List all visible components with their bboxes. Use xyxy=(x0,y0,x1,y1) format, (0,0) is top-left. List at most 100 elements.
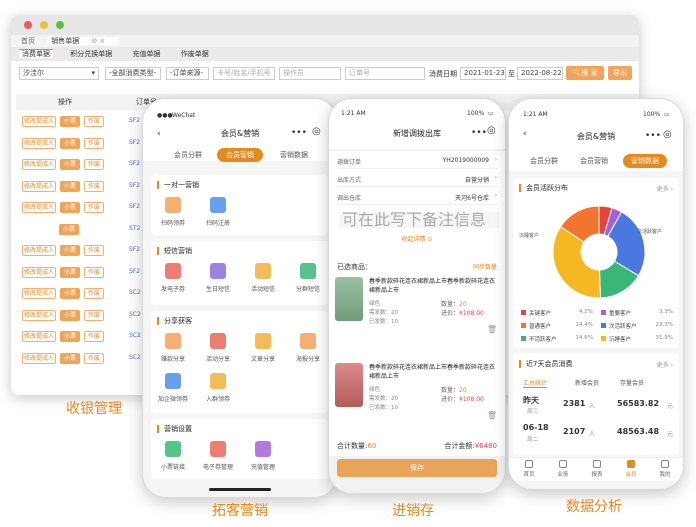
nav-home[interactable]: 首页 xyxy=(21,37,35,45)
subtab-new-members[interactable]: 新增会员 xyxy=(575,378,599,387)
goods-item[interactable]: 春季新款碎花连衣裙新品上市春季新款碎花连衣裙新品上市 绿色 数量：20 需发数：20 进… xyxy=(335,277,499,357)
order-source-select[interactable]: -订单来源- xyxy=(166,67,209,80)
marketing-item[interactable]: 活动短信 xyxy=(243,261,283,297)
action-edit-commission-button[interactable]: 修改提成人 xyxy=(22,137,56,149)
consume-type-select[interactable]: -全部消费类型- xyxy=(105,67,161,80)
marketing-item[interactable]: 入群领券 xyxy=(198,371,238,407)
target-icon[interactable]: ◎ xyxy=(487,125,496,136)
tab-points-docs[interactable]: 积分兑换单据 xyxy=(67,50,115,58)
maximize-dot[interactable] xyxy=(56,21,64,29)
member-search-input[interactable]: 卡号/姓名/手机号 xyxy=(213,67,275,80)
target-icon[interactable]: ◎ xyxy=(312,126,321,137)
subtab-existing-members[interactable]: 存量会员 xyxy=(620,378,644,387)
minimize-dot[interactable] xyxy=(40,21,48,29)
action-void-button[interactable]: 作废 xyxy=(84,288,104,299)
bottom-nav-item[interactable]: 我的 xyxy=(649,460,681,480)
search-button[interactable]: 🔍︎搜 索 xyxy=(566,66,604,80)
marketing-item[interactable]: 加企微领券 xyxy=(153,371,193,407)
action-receipt-button[interactable]: 小票 xyxy=(60,309,80,321)
action-receipt-button[interactable]: 小票 xyxy=(60,180,80,192)
action-receipt-button[interactable]: 小票 xyxy=(60,159,80,170)
order-field[interactable]: 出库方式 自营分销 › xyxy=(337,171,497,187)
action-void-button[interactable]: 作废 xyxy=(84,202,104,213)
store-select[interactable]: 汐洼尔 ▾ xyxy=(19,67,99,80)
action-receipt-button[interactable]: 小票 xyxy=(60,116,80,127)
legend-item[interactable]: 次活跃客户 23.3% xyxy=(601,321,679,331)
bottom-nav-item[interactable]: 报表 xyxy=(581,460,613,480)
goods-item[interactable]: 春季新款碎花连衣裙新品上市春季新款碎花连衣裙新品上市 绿色 数量：20 需发数：20 进… xyxy=(335,363,499,443)
legend-item[interactable]: 关键客户 4.2% xyxy=(521,308,599,318)
action-void-button[interactable]: 作废 xyxy=(84,352,104,364)
action-edit-commission-button[interactable]: 修改提成人 xyxy=(22,245,56,256)
collapse-toggle[interactable]: 收起详情 ⊙ xyxy=(329,234,505,243)
action-void-button[interactable]: 作废 xyxy=(84,116,104,127)
more-icon[interactable]: ••• xyxy=(471,128,487,138)
action-edit-commission-button[interactable]: 修改提成人 xyxy=(22,180,56,192)
close-dot[interactable] xyxy=(24,21,32,29)
bottom-nav-item[interactable]: 首页 xyxy=(513,460,545,480)
subtab-summary[interactable]: 汇总统计 xyxy=(523,378,548,388)
tab-member-marketing[interactable]: 会员营销 xyxy=(217,148,263,162)
action-edit-commission-button[interactable]: 修改提成人 xyxy=(22,266,56,278)
action-void-button[interactable]: 作废 xyxy=(84,245,104,256)
action-edit-commission-button[interactable]: 修改提成人 xyxy=(22,288,56,299)
tab-marketing-data[interactable]: 营销数据 xyxy=(269,148,319,162)
marketing-item[interactable]: 电子券管理 xyxy=(198,439,238,475)
action-receipt-button[interactable]: 小票 xyxy=(60,266,80,278)
marketing-item[interactable]: 扫码注册 xyxy=(198,195,238,231)
trash-icon[interactable]: 🗑︎ xyxy=(487,325,497,334)
action-edit-commission-button[interactable]: 修改提成人 xyxy=(22,331,56,342)
marketing-item[interactable]: 扫码领券 xyxy=(153,195,193,231)
more-icon[interactable]: ••• xyxy=(645,131,661,141)
date-to-input[interactable]: 2022-08-22 xyxy=(517,67,563,80)
action-edit-commission-button[interactable]: 修改提成人 xyxy=(22,309,56,321)
marketing-item[interactable]: 分群短信 xyxy=(288,261,328,297)
more-icon[interactable]: ••• xyxy=(291,128,307,138)
remark-input[interactable]: 可在此写下备注信息 xyxy=(339,212,499,228)
marketing-item[interactable]: 海报分享 xyxy=(288,331,328,367)
action-edit-commission-button[interactable]: 修改提成人 xyxy=(22,116,56,127)
marketing-item[interactable]: 小票链接 xyxy=(153,439,193,475)
target-icon[interactable]: ◎ xyxy=(663,129,672,140)
date-from-input[interactable]: 2021-01-23 xyxy=(460,67,506,80)
dist-more-link[interactable]: 更多 › xyxy=(657,184,673,193)
marketing-item[interactable]: 生日短信 xyxy=(198,261,238,297)
action-edit-commission-button[interactable]: 修改提成人 xyxy=(22,202,56,213)
marketing-item[interactable]: 发电子券 xyxy=(153,261,193,297)
save-button[interactable]: 保存 xyxy=(337,459,497,477)
action-receipt-button[interactable]: 小票 xyxy=(60,245,80,256)
legend-item[interactable]: 不活跃客户 14.6% xyxy=(521,334,599,344)
legend-item[interactable]: 普通客户 14.4% xyxy=(521,321,599,331)
tab-member-groups[interactable]: 会员分群 xyxy=(163,148,213,162)
export-button[interactable]: 导出 xyxy=(608,66,632,80)
order-field[interactable]: 调拨订单 YH2019000009 › xyxy=(337,153,497,169)
close-icon[interactable]: ⊘ × xyxy=(91,37,105,45)
tab-member-groups[interactable]: 会员分群 xyxy=(521,154,567,168)
marketing-item[interactable]: 赚款分享 xyxy=(153,331,193,367)
action-void-button[interactable]: 作废 xyxy=(84,266,104,278)
consume-more-link[interactable]: 更多 › xyxy=(657,360,673,369)
action-void-button[interactable]: 作废 xyxy=(84,159,104,170)
action-receipt-button[interactable]: 小票 xyxy=(60,288,80,299)
action-void-button[interactable]: 作废 xyxy=(84,309,104,321)
tab-recharge-docs[interactable]: 充值单据 xyxy=(129,50,163,58)
legend-item[interactable]: 重要客户 3.3% xyxy=(601,308,679,318)
action-void-button[interactable]: 作废 xyxy=(84,180,104,192)
tab-member-marketing[interactable]: 会员营销 xyxy=(571,154,617,168)
marketing-item[interactable]: 充值管理 xyxy=(243,439,283,475)
marketing-item[interactable]: 活动分享 xyxy=(198,331,238,367)
operator-input[interactable]: 操作员 xyxy=(279,67,341,80)
action-void-button[interactable]: 作废 xyxy=(84,331,104,342)
legend-item[interactable]: 沉睡客户 31.9% xyxy=(601,334,679,344)
bottom-nav-item[interactable]: 业务 xyxy=(547,460,579,480)
tab-void-docs[interactable]: 作废单据 xyxy=(178,50,212,58)
action-edit-commission-button[interactable]: 修改提成人 xyxy=(22,159,56,170)
action-receipt-button[interactable]: 小票 xyxy=(60,331,80,342)
sync-qty-link[interactable]: 同步数量 xyxy=(473,262,497,271)
marketing-item[interactable]: 文章分享 xyxy=(243,331,283,367)
trash-icon[interactable]: 🗑︎ xyxy=(487,411,497,420)
nav-sales-docs[interactable]: 销售单据 ⊘ × xyxy=(47,37,120,45)
action-void-button[interactable]: 作废 xyxy=(84,137,104,149)
action-receipt-button[interactable]: 小票 xyxy=(60,352,80,364)
order-no-input[interactable]: 订单号 xyxy=(345,67,425,80)
